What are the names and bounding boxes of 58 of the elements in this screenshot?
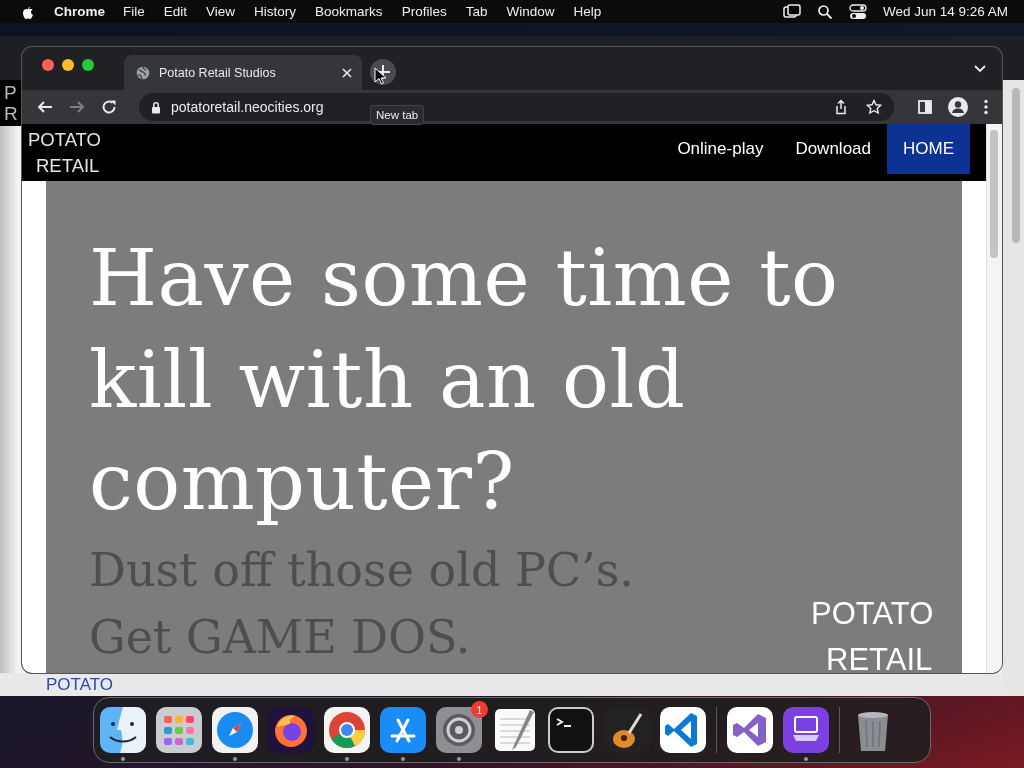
menu-bar-item[interactable]: Window: [506, 4, 555, 19]
menu-bar-item[interactable]: File: [123, 4, 145, 19]
compass-icon[interactable]: [212, 707, 258, 753]
search-icon[interactable]: [816, 3, 833, 20]
smiling-face-icon[interactable]: [100, 707, 146, 753]
menu-bar-app-name[interactable]: Chrome: [54, 4, 105, 19]
reload-icon[interactable]: [101, 99, 117, 115]
notepad-icon[interactable]: [492, 707, 538, 753]
chevron-down-icon[interactable]: [974, 64, 986, 73]
screen-mirroring-icon[interactable]: [782, 3, 801, 20]
logo-text: R: [4, 103, 18, 124]
tooltip: New tab: [370, 104, 425, 125]
mouse-cursor-icon: [374, 66, 386, 85]
chrome-icon[interactable]: [324, 707, 370, 753]
scrollbar-thumb[interactable]: [1012, 88, 1020, 243]
menu-icon[interactable]: [984, 99, 988, 115]
menu-bar-item[interactable]: View: [206, 4, 236, 19]
star-icon[interactable]: [866, 99, 882, 115]
share-icon[interactable]: [834, 99, 848, 115]
nav-link[interactable]: Download: [779, 124, 887, 174]
menu-bar-item[interactable]: Edit: [163, 4, 188, 19]
app-store-icon[interactable]: [380, 707, 426, 753]
nav-link[interactable]: HOME: [887, 124, 970, 174]
close-button[interactable]: [42, 58, 54, 71]
notification-badge: 1: [471, 701, 488, 718]
menu-bar-clock[interactable]: Wed Jun 14 9:26 AM: [882, 4, 1008, 19]
laptop-icon[interactable]: [783, 707, 829, 753]
logo-text[interactable]: POTATO: [28, 127, 101, 153]
app-grid-icon[interactable]: [156, 707, 202, 753]
terminal-icon[interactable]: [548, 707, 594, 753]
code-editor-icon[interactable]: [727, 707, 773, 753]
minimize-button[interactable]: [62, 58, 74, 71]
control-center-icon[interactable]: [848, 3, 867, 20]
nav-link[interactable]: Online-play: [661, 124, 780, 174]
side-panel-icon[interactable]: [918, 100, 932, 114]
back-arrow-icon[interactable]: [37, 99, 53, 115]
headline: Have some time to kill with an old computer?: [89, 232, 840, 529]
gear-icon[interactable]: [436, 707, 482, 753]
browser-tab[interactable]: Potato Retail Studios: [124, 55, 362, 90]
logo-text: RETAIL: [825, 641, 933, 673]
logo-text: POTATO: [46, 675, 114, 695]
zoom-button[interactable]: [82, 58, 94, 71]
menu-bar-item[interactable]: Tab: [465, 4, 488, 19]
menu-bar-item[interactable]: History: [254, 4, 297, 19]
fox-globe-icon[interactable]: [268, 707, 314, 753]
logo-text[interactable]: RETAIL: [28, 153, 101, 179]
profile-icon[interactable]: [948, 97, 968, 117]
menu-bar-item[interactable]: Help: [573, 4, 602, 19]
menu-bar-item[interactable]: Profiles: [401, 4, 447, 19]
close-icon[interactable]: [342, 67, 352, 78]
logo-text: P: [4, 82, 17, 103]
logo-text: POTATO: [811, 595, 934, 633]
scrollbar-thumb[interactable]: [990, 130, 998, 258]
forward-arrow-icon[interactable]: [69, 99, 85, 115]
code-editor-icon[interactable]: [660, 707, 706, 753]
menu-bar-item[interactable]: Bookmarks: [315, 4, 383, 19]
lock-icon: [151, 100, 161, 114]
globe-icon: [136, 65, 150, 80]
